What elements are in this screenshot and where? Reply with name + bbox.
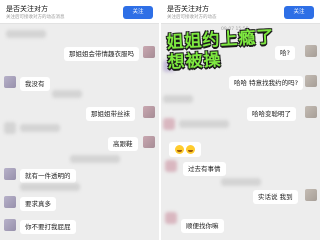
smile-emoji-icon	[186, 145, 195, 154]
emoji-bubble	[169, 142, 201, 157]
follow-prompt-title: 是否关注对方	[6, 5, 48, 13]
message-bubble: 就有一件透明的	[20, 169, 76, 183]
message-bubble: 顺便找你嘛	[181, 219, 224, 233]
message-bubble: 哈?	[275, 46, 295, 60]
blurred-text	[52, 90, 82, 98]
follow-button[interactable]: 关注	[123, 6, 153, 19]
message-bubble: 哈哈 特意找我约的吗?	[229, 76, 304, 90]
blurred-avatar	[165, 212, 177, 224]
message-bubble: 过去有事情	[183, 162, 226, 176]
avatar	[143, 106, 155, 118]
avatar	[4, 76, 16, 88]
follow-button[interactable]: 关注	[284, 6, 314, 19]
blurred-text	[20, 183, 80, 191]
blurred-text	[70, 155, 120, 163]
avatar	[305, 106, 317, 118]
smile-emoji-icon	[175, 145, 184, 154]
avatar	[143, 136, 155, 148]
message-bubble: 那姐姐带丝袜	[86, 107, 135, 121]
blurred-text	[6, 30, 46, 38]
message-bubble: 高跟鞋	[108, 137, 138, 151]
blurred-text	[163, 95, 193, 103]
avatar	[305, 75, 317, 87]
message-bubble: 那姐姐会带情趣衣服吗	[64, 47, 139, 61]
follow-prompt-subtitle: 关注后可接收对方的动态消息	[6, 15, 65, 20]
avatar	[143, 46, 155, 58]
avatar	[4, 219, 16, 231]
chat-panel-left: 是否关注对方 关注后可接收对方的动态消息 关注 那姐姐会带情趣衣服吗 我没有 那…	[0, 0, 159, 240]
avatar	[4, 168, 16, 180]
message-bubble: 你不要打我屁屁	[20, 220, 76, 234]
avatar	[4, 196, 16, 208]
blurred-avatar	[4, 122, 16, 134]
overlay-caption: 姐姐约上瘾了想被操	[166, 27, 275, 73]
avatar	[305, 45, 317, 57]
message-bubble: 我没有	[20, 77, 50, 91]
message-bubble: 要求真多	[20, 197, 56, 211]
blurred-text	[179, 120, 229, 128]
follow-prompt-subtitle: 关注后可接收对方的动态	[167, 15, 217, 20]
follow-prompt-bar: 是否关注对方 关注后可接收对方的动态消息 关注	[0, 0, 159, 24]
follow-prompt-title: 是否关注对方	[167, 5, 209, 13]
blurred-avatar	[163, 118, 175, 130]
message-bubble: 实话说 我到	[253, 190, 298, 204]
blurred-text	[20, 124, 60, 132]
message-bubble: 哈哈变聪明了	[247, 107, 296, 121]
follow-prompt-bar: 是否关注对方 关注后可接收对方的动态 关注	[161, 0, 320, 24]
blurred-text	[221, 178, 261, 186]
blurred-avatar	[165, 160, 177, 172]
avatar	[305, 189, 317, 201]
